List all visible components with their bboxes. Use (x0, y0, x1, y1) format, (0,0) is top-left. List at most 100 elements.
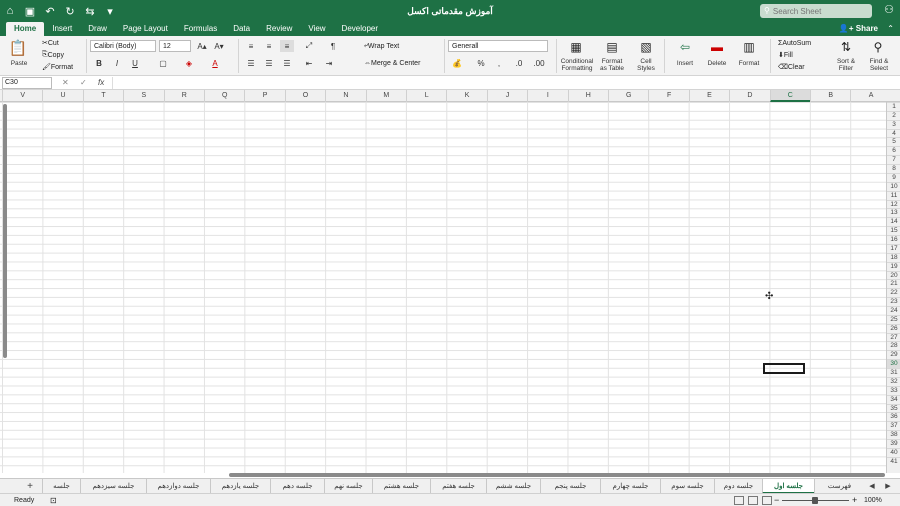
tab-data[interactable]: Data (225, 22, 258, 36)
align-bottom-icon[interactable]: ≡ (280, 40, 294, 52)
row-header-35[interactable]: 35 (887, 403, 900, 413)
fill-color-icon[interactable]: ◈ (182, 57, 196, 69)
sheet-tab-9[interactable]: جلسه پنجم (540, 479, 600, 494)
share-button[interactable]: 👤+ Share (839, 22, 878, 36)
row-header-20[interactable]: 20 (887, 270, 900, 280)
increase-decimal-icon[interactable]: .0 (512, 57, 526, 69)
row-header-41[interactable]: 41 (887, 456, 900, 466)
autosum-button[interactable]: Σ AutoSum (778, 38, 811, 48)
row-header-3[interactable]: 3 (887, 119, 900, 129)
column-header-e[interactable]: E (688, 90, 729, 102)
tab-page-layout[interactable]: Page Layout (115, 22, 176, 36)
font-name-select[interactable]: Calibri (Body) (90, 40, 156, 52)
macro-record-icon[interactable]: ⊡ (50, 494, 57, 506)
row-header-38[interactable]: 38 (887, 430, 900, 439)
cut-button[interactable]: ✂ Cut (42, 38, 59, 48)
decrease-decimal-icon[interactable]: .00 (532, 57, 546, 69)
font-size-select[interactable]: 12 (159, 40, 191, 52)
align-right-icon[interactable]: ☰ (280, 57, 294, 69)
column-header-t[interactable]: T (82, 90, 123, 102)
row-header-19[interactable]: 19 (887, 261, 900, 271)
column-header-r[interactable]: R (163, 90, 204, 102)
row-header-1[interactable]: 1 (887, 102, 900, 111)
sheet-tab-1[interactable]: جلسه سیزدهم (80, 479, 146, 494)
normal-view-icon[interactable] (734, 496, 744, 505)
column-header-h[interactable]: H (567, 90, 608, 102)
row-header-6[interactable]: 6 (887, 146, 900, 155)
align-center-icon[interactable]: ☰ (262, 57, 276, 69)
find-select-icon[interactable]: ⚲ (868, 39, 888, 55)
underline-button[interactable]: U (128, 57, 142, 69)
row-header-34[interactable]: 34 (887, 394, 900, 404)
row-header-25[interactable]: 25 (887, 314, 900, 324)
column-header-l[interactable]: L (406, 90, 446, 102)
row-header-39[interactable]: 39 (887, 439, 900, 448)
zoom-out-icon[interactable]: − (774, 494, 779, 506)
row-header-15[interactable]: 15 (887, 226, 900, 235)
sheet-tab-2[interactable]: جلسه دوازدهم (146, 479, 210, 494)
decrease-indent-icon[interactable]: ⇤ (302, 57, 316, 69)
orientation-icon[interactable]: ⤢ (302, 40, 316, 52)
row-header-8[interactable]: 8 (887, 164, 900, 173)
row-header-14[interactable]: 14 (887, 217, 900, 226)
row-header-17[interactable]: 17 (887, 243, 900, 253)
zoom-level[interactable]: 100% (864, 494, 882, 506)
horizontal-scrollbar[interactable] (229, 473, 885, 477)
percent-button[interactable]: % (474, 57, 488, 69)
column-header-u[interactable]: U (42, 90, 82, 102)
merge-center-button[interactable]: ⇔ Merge & Center (364, 57, 420, 69)
row-header-16[interactable]: 16 (887, 235, 900, 244)
row-header-23[interactable]: 23 (887, 297, 900, 306)
search-box[interactable]: ⚲ (760, 4, 872, 18)
sheet-tab-14[interactable]: فهرست (814, 479, 864, 494)
insert-cells-icon[interactable]: ⇦ (674, 39, 696, 55)
sheet-tab-6[interactable]: جلسه هشتم (372, 479, 430, 494)
column-header-s[interactable]: S (123, 90, 163, 102)
font-color-icon[interactable]: A (208, 57, 222, 69)
align-left-icon[interactable]: ☰ (244, 57, 258, 69)
row-header-40[interactable]: 40 (887, 447, 900, 457)
confirm-icon[interactable]: ✓ (80, 77, 87, 89)
tab-developer[interactable]: Developer (334, 22, 386, 36)
redo-icon[interactable]: ↻ (60, 0, 80, 22)
sheet-tab-0[interactable]: جلسه (42, 479, 80, 494)
fill-button[interactable]: ⬇ Fill (778, 50, 793, 60)
column-header-b[interactable]: B (810, 90, 850, 102)
row-header-9[interactable]: 9 (887, 172, 900, 182)
row-header-10[interactable]: 10 (887, 181, 900, 191)
row-header-11[interactable]: 11 (887, 190, 900, 200)
sheet-tab-13[interactable]: جلسه اول (762, 479, 814, 494)
decrease-font-icon[interactable]: A▾ (212, 40, 226, 52)
comma-button[interactable]: , (492, 57, 506, 69)
currency-icon[interactable]: 💰 (450, 57, 464, 69)
function-icon[interactable]: fx (98, 77, 104, 89)
cell-grid[interactable] (0, 102, 886, 473)
column-header-i[interactable]: I (527, 90, 567, 102)
column-header-d[interactable]: D (729, 90, 769, 102)
name-box[interactable]: C30 (2, 77, 52, 89)
save-icon[interactable]: ▣ (20, 0, 40, 22)
prev-sheet-icon[interactable]: ◀ (866, 479, 878, 494)
row-header-13[interactable]: 13 (887, 208, 900, 217)
number-format-select[interactable]: Generall (448, 40, 548, 52)
row-header-22[interactable]: 22 (887, 288, 900, 297)
column-header-g[interactable]: G (608, 90, 648, 102)
bold-button[interactable]: B (92, 57, 106, 69)
row-header-30[interactable]: 30 (887, 359, 900, 369)
wrap-text-button[interactable]: ⤶ Wrap Text (364, 40, 399, 52)
share-quick-icon[interactable]: ⇆ (80, 0, 100, 22)
column-header-v[interactable]: V (2, 90, 42, 102)
add-sheet-button[interactable]: + (22, 479, 38, 494)
page-layout-view-icon[interactable] (748, 496, 758, 505)
row-header-5[interactable]: 5 (887, 137, 900, 146)
tab-review[interactable]: Review (258, 22, 300, 36)
column-header-n[interactable]: N (325, 90, 365, 102)
cancel-icon[interactable]: ✕ (62, 77, 69, 89)
italic-button[interactable]: I (110, 57, 124, 69)
sheet-tab-5[interactable]: جلسه نهم (324, 479, 372, 494)
row-header-24[interactable]: 24 (887, 306, 900, 315)
column-header-j[interactable]: J (486, 90, 527, 102)
customize-toolbar-icon[interactable]: ▾ (100, 0, 120, 22)
row-header-21[interactable]: 21 (887, 279, 900, 288)
search-input[interactable] (772, 4, 863, 18)
